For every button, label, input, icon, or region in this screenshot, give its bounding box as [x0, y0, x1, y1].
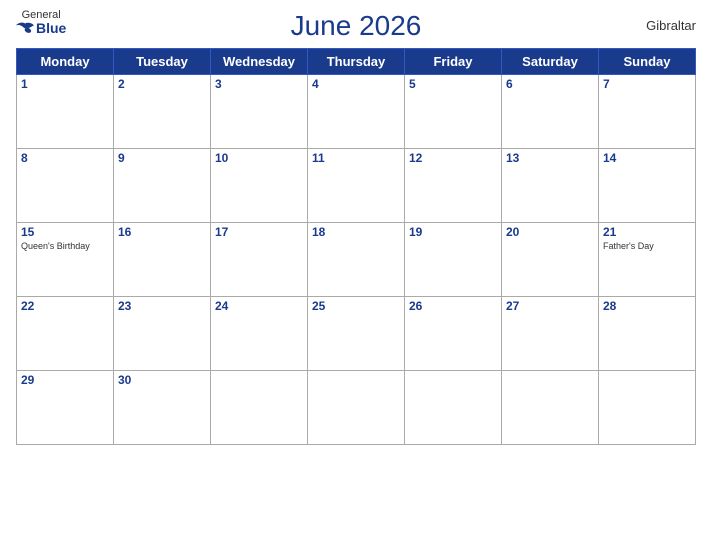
calendar-cell-11-3: 11	[308, 149, 405, 223]
calendar-cell-24-2: 24	[211, 297, 308, 371]
calendar-cell-5-4: 5	[405, 75, 502, 149]
day-number: 17	[215, 225, 303, 239]
day-number: 21	[603, 225, 691, 239]
day-number: 27	[506, 299, 594, 313]
calendar-cell-1-0: 1	[17, 75, 114, 149]
calendar-cell-20-5: 20	[502, 223, 599, 297]
calendar-table: Monday Tuesday Wednesday Thursday Friday…	[16, 48, 696, 445]
generalblue-logo: General Blue	[16, 10, 66, 35]
calendar-cell-empty-3	[308, 371, 405, 445]
calendar-cell-16-1: 16	[114, 223, 211, 297]
logo-blue-text: Blue	[16, 21, 66, 35]
calendar-cell-17-2: 17	[211, 223, 308, 297]
header-sunday: Sunday	[599, 49, 696, 75]
calendar-cell-27-5: 27	[502, 297, 599, 371]
page-title: June 2026	[291, 10, 422, 42]
region-label: Gibraltar	[646, 18, 696, 33]
day-number: 26	[409, 299, 497, 313]
day-number: 11	[312, 151, 400, 165]
header-wednesday: Wednesday	[211, 49, 308, 75]
calendar-cell-3-2: 3	[211, 75, 308, 149]
day-number: 5	[409, 77, 497, 91]
day-number: 1	[21, 77, 109, 91]
calendar-cell-empty-4	[405, 371, 502, 445]
calendar-cell-18-3: 18	[308, 223, 405, 297]
calendar-cell-9-1: 9	[114, 149, 211, 223]
day-number: 8	[21, 151, 109, 165]
day-number: 28	[603, 299, 691, 313]
calendar-cell-26-4: 26	[405, 297, 502, 371]
calendar-cell-empty-2	[211, 371, 308, 445]
week-row-1: 1234567	[17, 75, 696, 149]
day-number: 3	[215, 77, 303, 91]
day-number: 4	[312, 77, 400, 91]
day-number: 23	[118, 299, 206, 313]
day-number: 15	[21, 225, 109, 239]
header-saturday: Saturday	[502, 49, 599, 75]
calendar-cell-12-4: 12	[405, 149, 502, 223]
day-number: 13	[506, 151, 594, 165]
day-number: 12	[409, 151, 497, 165]
week-row-2: 89 10 11 12 13 14	[17, 149, 696, 223]
calendar-cell-28-6: 28	[599, 297, 696, 371]
day-number: 20	[506, 225, 594, 239]
day-number: 2	[118, 77, 206, 91]
day-number: 24	[215, 299, 303, 313]
day-number: 16	[118, 225, 206, 239]
day-number: 30	[118, 373, 206, 387]
calendar-cell-2-1: 2	[114, 75, 211, 149]
day-number: 7	[603, 77, 691, 91]
calendar-cell-14-6: 14	[599, 149, 696, 223]
calendar-header: General Blue June 2026 Gibraltar	[16, 10, 696, 42]
calendar-cell-4-3: 4	[308, 75, 405, 149]
day-number: 18	[312, 225, 400, 239]
day-number: 25	[312, 299, 400, 313]
calendar-cell-22-0: 22	[17, 297, 114, 371]
week-row-3: 15 Queen's Birthday 16 17 18 19 20 21 Father's D…	[17, 223, 696, 297]
day-number: 10	[215, 151, 303, 165]
event-label: Queen's Birthday	[21, 241, 109, 252]
header-tuesday: Tuesday	[114, 49, 211, 75]
calendar-cell-30-1: 30	[114, 371, 211, 445]
calendar-cell-8-0: 8	[17, 149, 114, 223]
week-row-4: 22 23 24 25 26 27 28	[17, 297, 696, 371]
calendar-cell-15-0: 15 Queen's Birthday	[17, 223, 114, 297]
weekday-header-row: Monday Tuesday Wednesday Thursday Friday…	[17, 49, 696, 75]
calendar-page: General Blue June 2026 Gibraltar Monday …	[0, 0, 712, 550]
calendar-cell-6-5: 6	[502, 75, 599, 149]
week-row-5: 29 30	[17, 371, 696, 445]
day-number: 6	[506, 77, 594, 91]
calendar-cell-29-0: 29	[17, 371, 114, 445]
header-friday: Friday	[405, 49, 502, 75]
event-label: Father's Day	[603, 241, 691, 252]
day-number: 29	[21, 373, 109, 387]
calendar-cell-23-1: 23	[114, 297, 211, 371]
day-number: 19	[409, 225, 497, 239]
calendar-cell-7-6: 7	[599, 75, 696, 149]
calendar-cell-21-6: 21 Father's Day	[599, 223, 696, 297]
header-monday: Monday	[17, 49, 114, 75]
day-number: 22	[21, 299, 109, 313]
calendar-cell-10-2: 10	[211, 149, 308, 223]
calendar-cell-empty-6	[599, 371, 696, 445]
calendar-cell-19-4: 19	[405, 223, 502, 297]
day-number: 14	[603, 151, 691, 165]
header-thursday: Thursday	[308, 49, 405, 75]
day-number: 9	[118, 151, 206, 165]
calendar-cell-empty-5	[502, 371, 599, 445]
calendar-cell-13-5: 13	[502, 149, 599, 223]
logo-bird-icon	[16, 21, 34, 35]
calendar-cell-25-3: 25	[308, 297, 405, 371]
